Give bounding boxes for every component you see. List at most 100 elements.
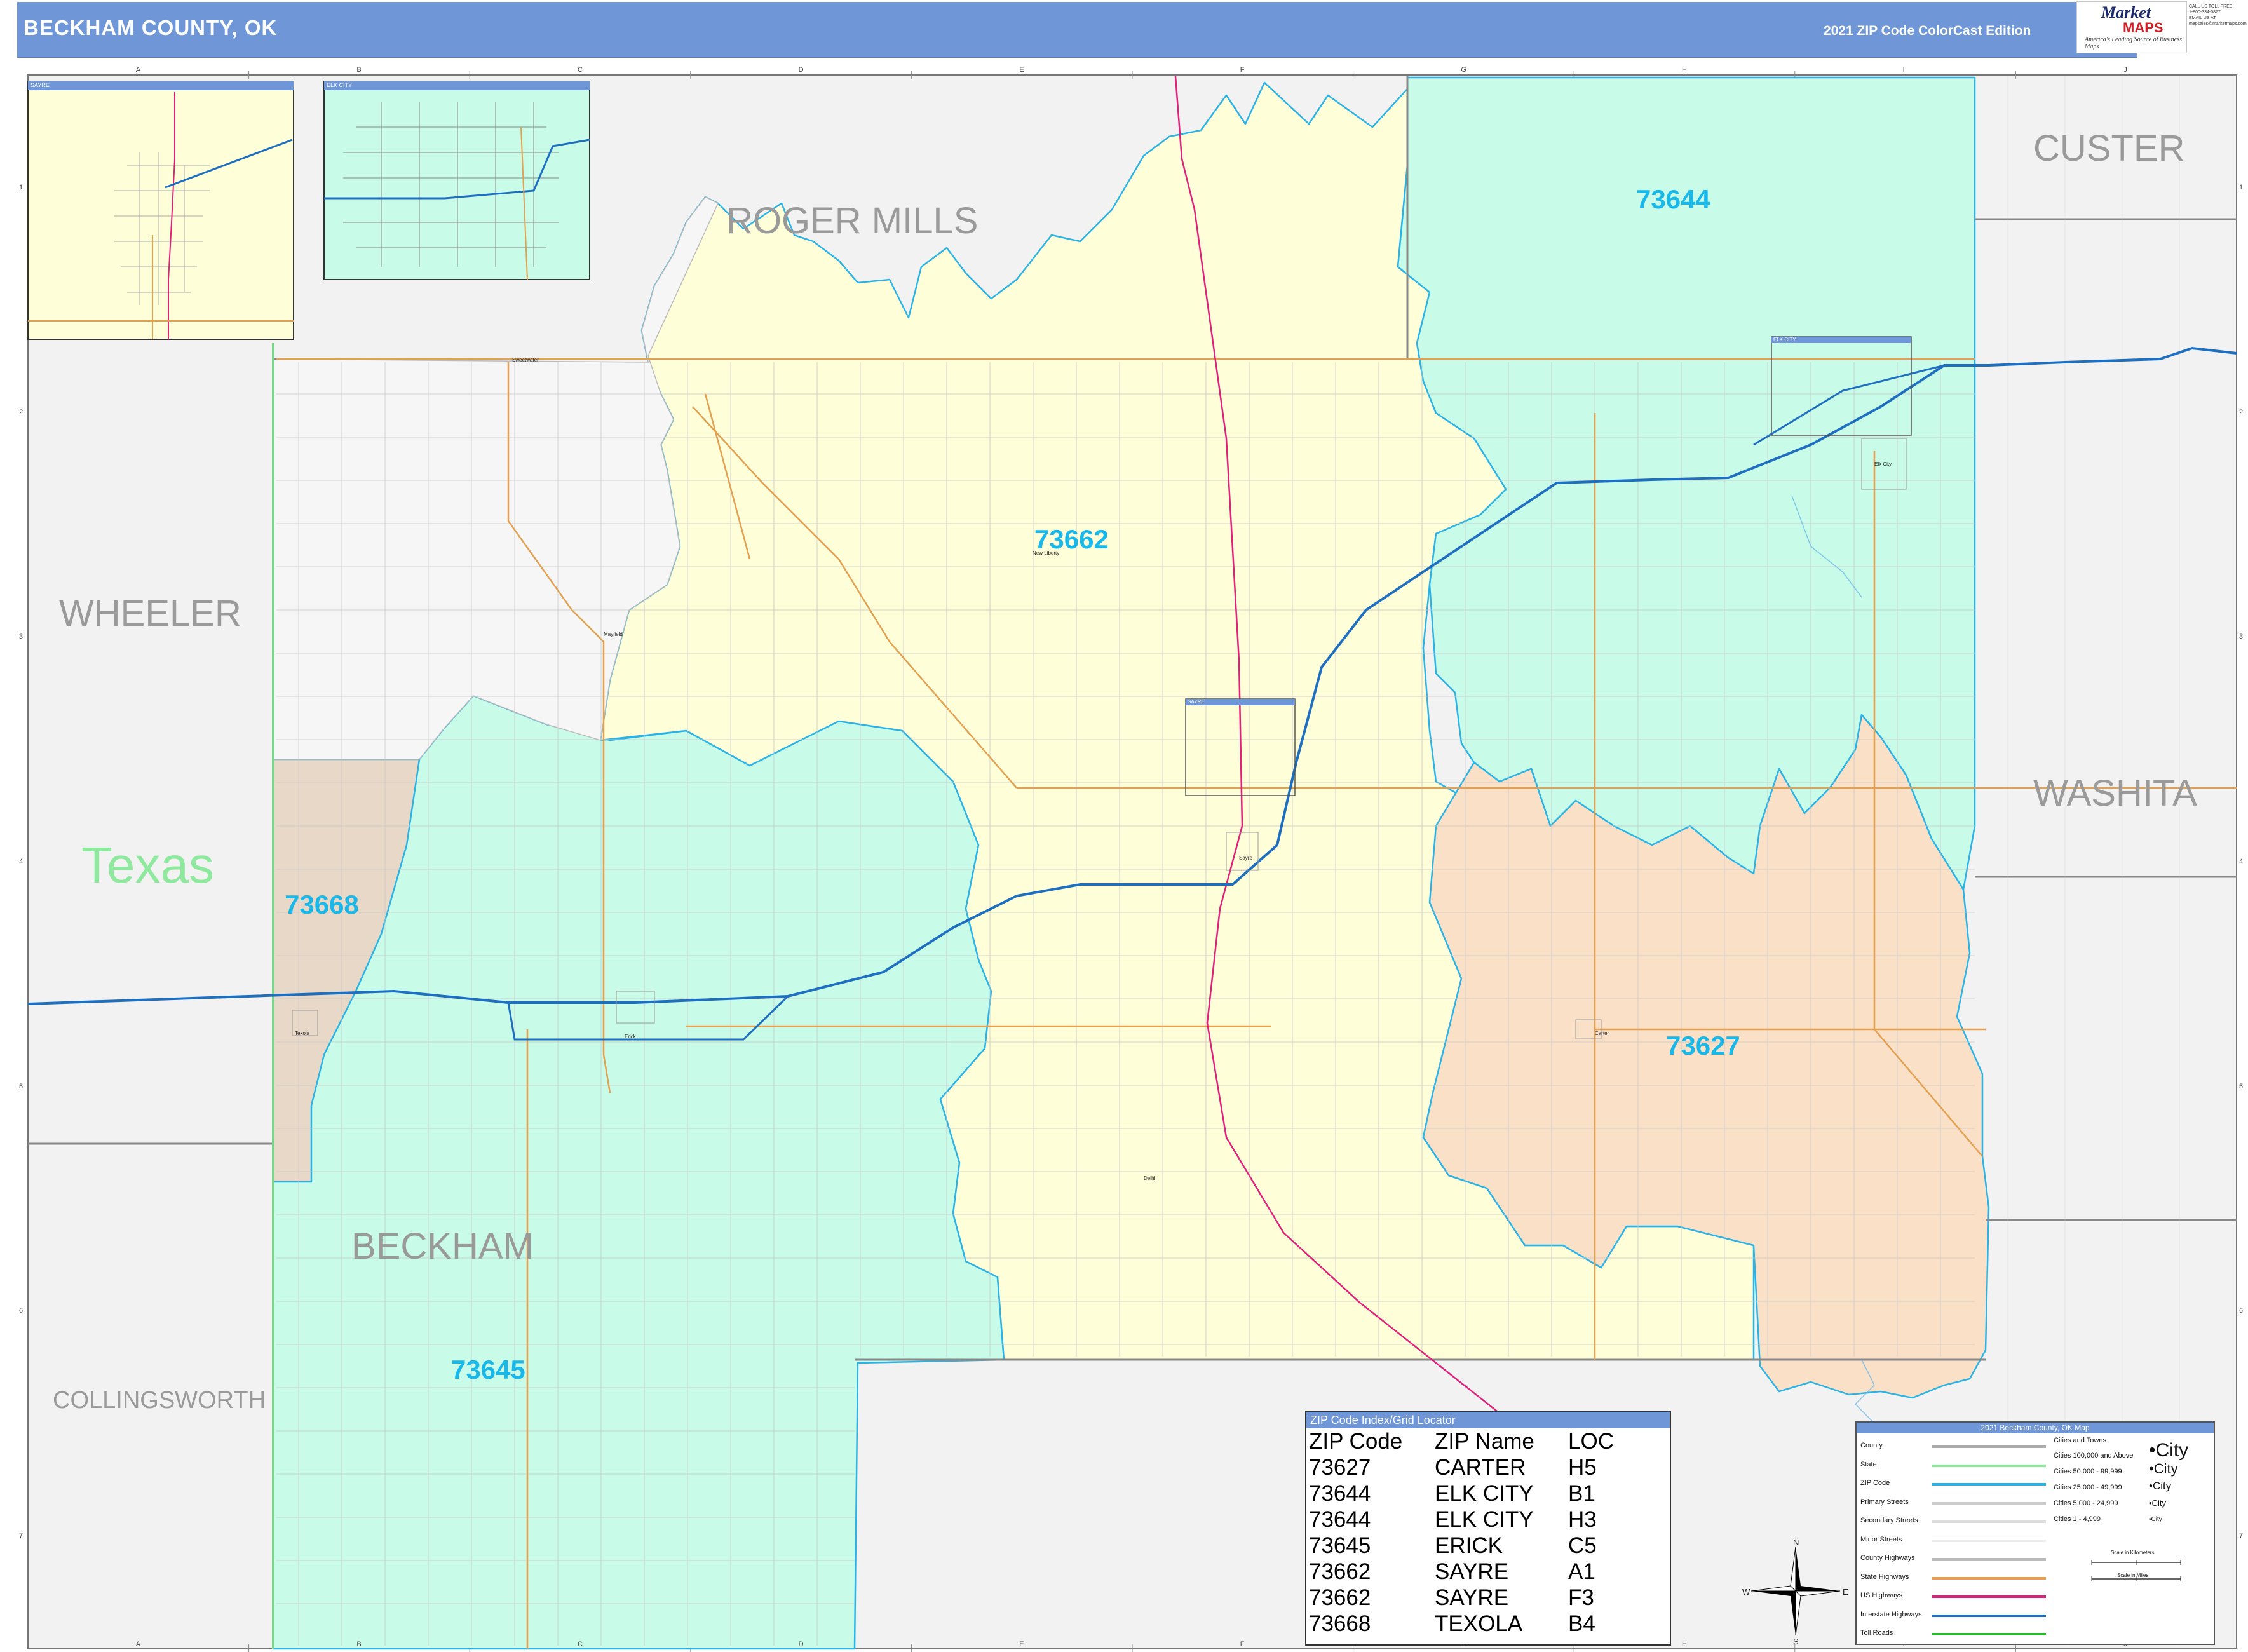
legend-line-swatch — [1932, 1633, 2046, 1635]
place-label: Carter — [1595, 1031, 1609, 1036]
zip-label-73645: 73645 — [451, 1355, 525, 1385]
grid-column-label: G — [1461, 66, 1466, 74]
legend-city-class: Cities 50,000 - 99,999 — [2054, 1468, 2122, 1475]
grid-column-label: D — [798, 66, 804, 74]
grid-row-label: 4 — [2239, 858, 2244, 865]
grid-column-label: A — [135, 66, 141, 74]
legend-line-swatch — [1932, 1576, 2046, 1580]
zip-name-cell: ELK CITY — [1435, 1507, 1534, 1532]
grid-row-label: 4 — [19, 858, 24, 865]
grid-column-label: H — [1682, 66, 1687, 74]
legend-city-class: Cities 100,000 and Above — [2054, 1452, 2134, 1459]
loc-cell: B4 — [1568, 1611, 1595, 1636]
state-label-texas: Texas — [81, 837, 214, 893]
grid-column-label: C — [578, 1641, 583, 1648]
sayre-locator-title: SAYRE — [1186, 699, 1238, 705]
grid-column-label: F — [1240, 1641, 1245, 1648]
loc-cell: A1 — [1568, 1559, 1595, 1584]
county-map — [27, 71, 2237, 1652]
table-row: 73627 CARTER H5 — [1309, 1454, 1614, 1480]
legend-item-label: County Highways — [1860, 1554, 1915, 1562]
county-label-roger-mills: ROGER MILLS — [726, 200, 978, 241]
legend-item-label: ZIP Code — [1860, 1479, 1890, 1487]
zip-label-73644: 73644 — [1636, 184, 1710, 214]
legend-cities-title: Cities and Towns — [2054, 1437, 2106, 1444]
legend-item-label: Toll Roads — [1860, 1629, 1893, 1637]
zip-cell: 73645 — [1309, 1533, 1371, 1558]
county-label-beckham: BECKHAM — [351, 1226, 534, 1267]
grid-column-label: D — [798, 1641, 804, 1648]
legend-line-swatch — [1932, 1539, 2046, 1542]
grid-row-label: 5 — [19, 1082, 24, 1090]
legend-item-label: State — [1860, 1460, 1877, 1468]
zip-cell: 73627 — [1309, 1455, 1371, 1480]
legend-line-swatch — [1932, 1614, 2046, 1617]
compass-n: N — [1793, 1538, 1799, 1547]
zip-table-header-row: ZIP Code ZIP Name LOC — [1309, 1428, 1614, 1454]
table-row: 73645 ERICK C5 — [1309, 1533, 1614, 1559]
grid-row-label: 2 — [19, 408, 24, 416]
grid-row-label: 7 — [19, 1532, 24, 1540]
loc-col-header: LOC — [1568, 1429, 1614, 1454]
grid-column-label: B — [356, 1641, 362, 1648]
legend-city-sample: •City — [2149, 1461, 2178, 1477]
zip-cell: 73662 — [1309, 1559, 1371, 1584]
legend-item-label: Minor Streets — [1860, 1535, 1902, 1543]
zip-name-cell: ERICK — [1435, 1533, 1503, 1558]
legend-city-class: Cities 1 - 4,999 — [2054, 1515, 2101, 1523]
legend-scale-km: Scale in Kilometers — [2111, 1550, 2155, 1555]
zip-name-cell: TEXOLA — [1435, 1611, 1523, 1636]
zip-name-cell: SAYRE — [1435, 1559, 1509, 1584]
zip-name-cell: CARTER — [1435, 1455, 1526, 1480]
table-row: 73662 SAYRE A1 — [1309, 1559, 1614, 1585]
legend-item-label: State Highways — [1860, 1573, 1909, 1581]
compass-e: E — [1843, 1587, 1848, 1597]
county-label-collingsworth: COLLINGSWORTH — [53, 1387, 266, 1414]
elk-city-inset-title: ELK CITY — [325, 82, 390, 88]
grid-row-label: 6 — [19, 1307, 24, 1315]
county-label-custer: CUSTER — [2033, 128, 2185, 169]
place-label: Erick — [625, 1034, 636, 1039]
grid-column-label: A — [135, 1641, 141, 1648]
legend-line-swatch — [1932, 1483, 2046, 1486]
loc-cell: H5 — [1568, 1455, 1597, 1480]
scale-bars — [2091, 1560, 2181, 1581]
legend-line-swatch — [1932, 1558, 2046, 1561]
county-label-wheeler: WHEELER — [59, 593, 241, 634]
table-row: 73644 ELK CITY H3 — [1309, 1506, 1614, 1533]
place-label: Texola — [295, 1031, 310, 1036]
legend-item-label: US Highways — [1860, 1592, 1903, 1599]
legend-line-swatch — [1932, 1464, 2046, 1467]
elk-city-locator-title: ELK CITY — [1772, 337, 1824, 342]
table-row: 73668 TEXOLA B4 — [1309, 1611, 1614, 1637]
legend-line-swatch — [1932, 1501, 2046, 1505]
legend-city-sample: •City — [2149, 1516, 2162, 1523]
grid-row-label: 1 — [2239, 183, 2244, 191]
zip-index-title: ZIP Code Index/Grid Locator — [1306, 1412, 1670, 1428]
zip-name-col-header: ZIP Name — [1435, 1429, 1534, 1454]
grid-row-label: 3 — [2239, 633, 2244, 641]
sayre-inset-title: SAYRE — [29, 82, 94, 88]
loc-cell: B1 — [1568, 1481, 1595, 1506]
place-label: Elk City — [1874, 461, 1892, 467]
legend-line-swatch — [1932, 1520, 2046, 1523]
legend-item-label: Primary Streets — [1860, 1498, 1909, 1506]
grid-column-label: H — [1682, 1641, 1687, 1648]
zip-table: ZIP Code ZIP Name LOC 73627 CARTER H5 7364… — [1309, 1428, 1614, 1637]
place-label: New Liberty — [1033, 550, 1060, 556]
grid-column-label: J — [2123, 66, 2127, 74]
zip-cell: 73662 — [1309, 1585, 1371, 1610]
legend-title: 2021 Beckham County, OK Map — [1857, 1423, 2214, 1433]
place-label: Delhi — [1144, 1175, 1156, 1181]
legend-line-swatch — [1932, 1595, 2046, 1598]
zip-cell: 73644 — [1309, 1481, 1371, 1506]
legend-line-swatch — [1932, 1446, 2046, 1448]
zip-cell: 73668 — [1309, 1611, 1371, 1636]
place-label: Mayfield — [604, 632, 623, 637]
grid-column-label: C — [578, 66, 583, 74]
grid-row-label: 1 — [19, 183, 24, 191]
place-label: Sweetwater — [512, 357, 539, 363]
map-legend: 2021 Beckham County, OK Map County State Z… — [1855, 1421, 2215, 1645]
county-label-washita: WASHITA — [2033, 773, 2197, 814]
legend-item-label: Secondary Streets — [1860, 1517, 1918, 1524]
